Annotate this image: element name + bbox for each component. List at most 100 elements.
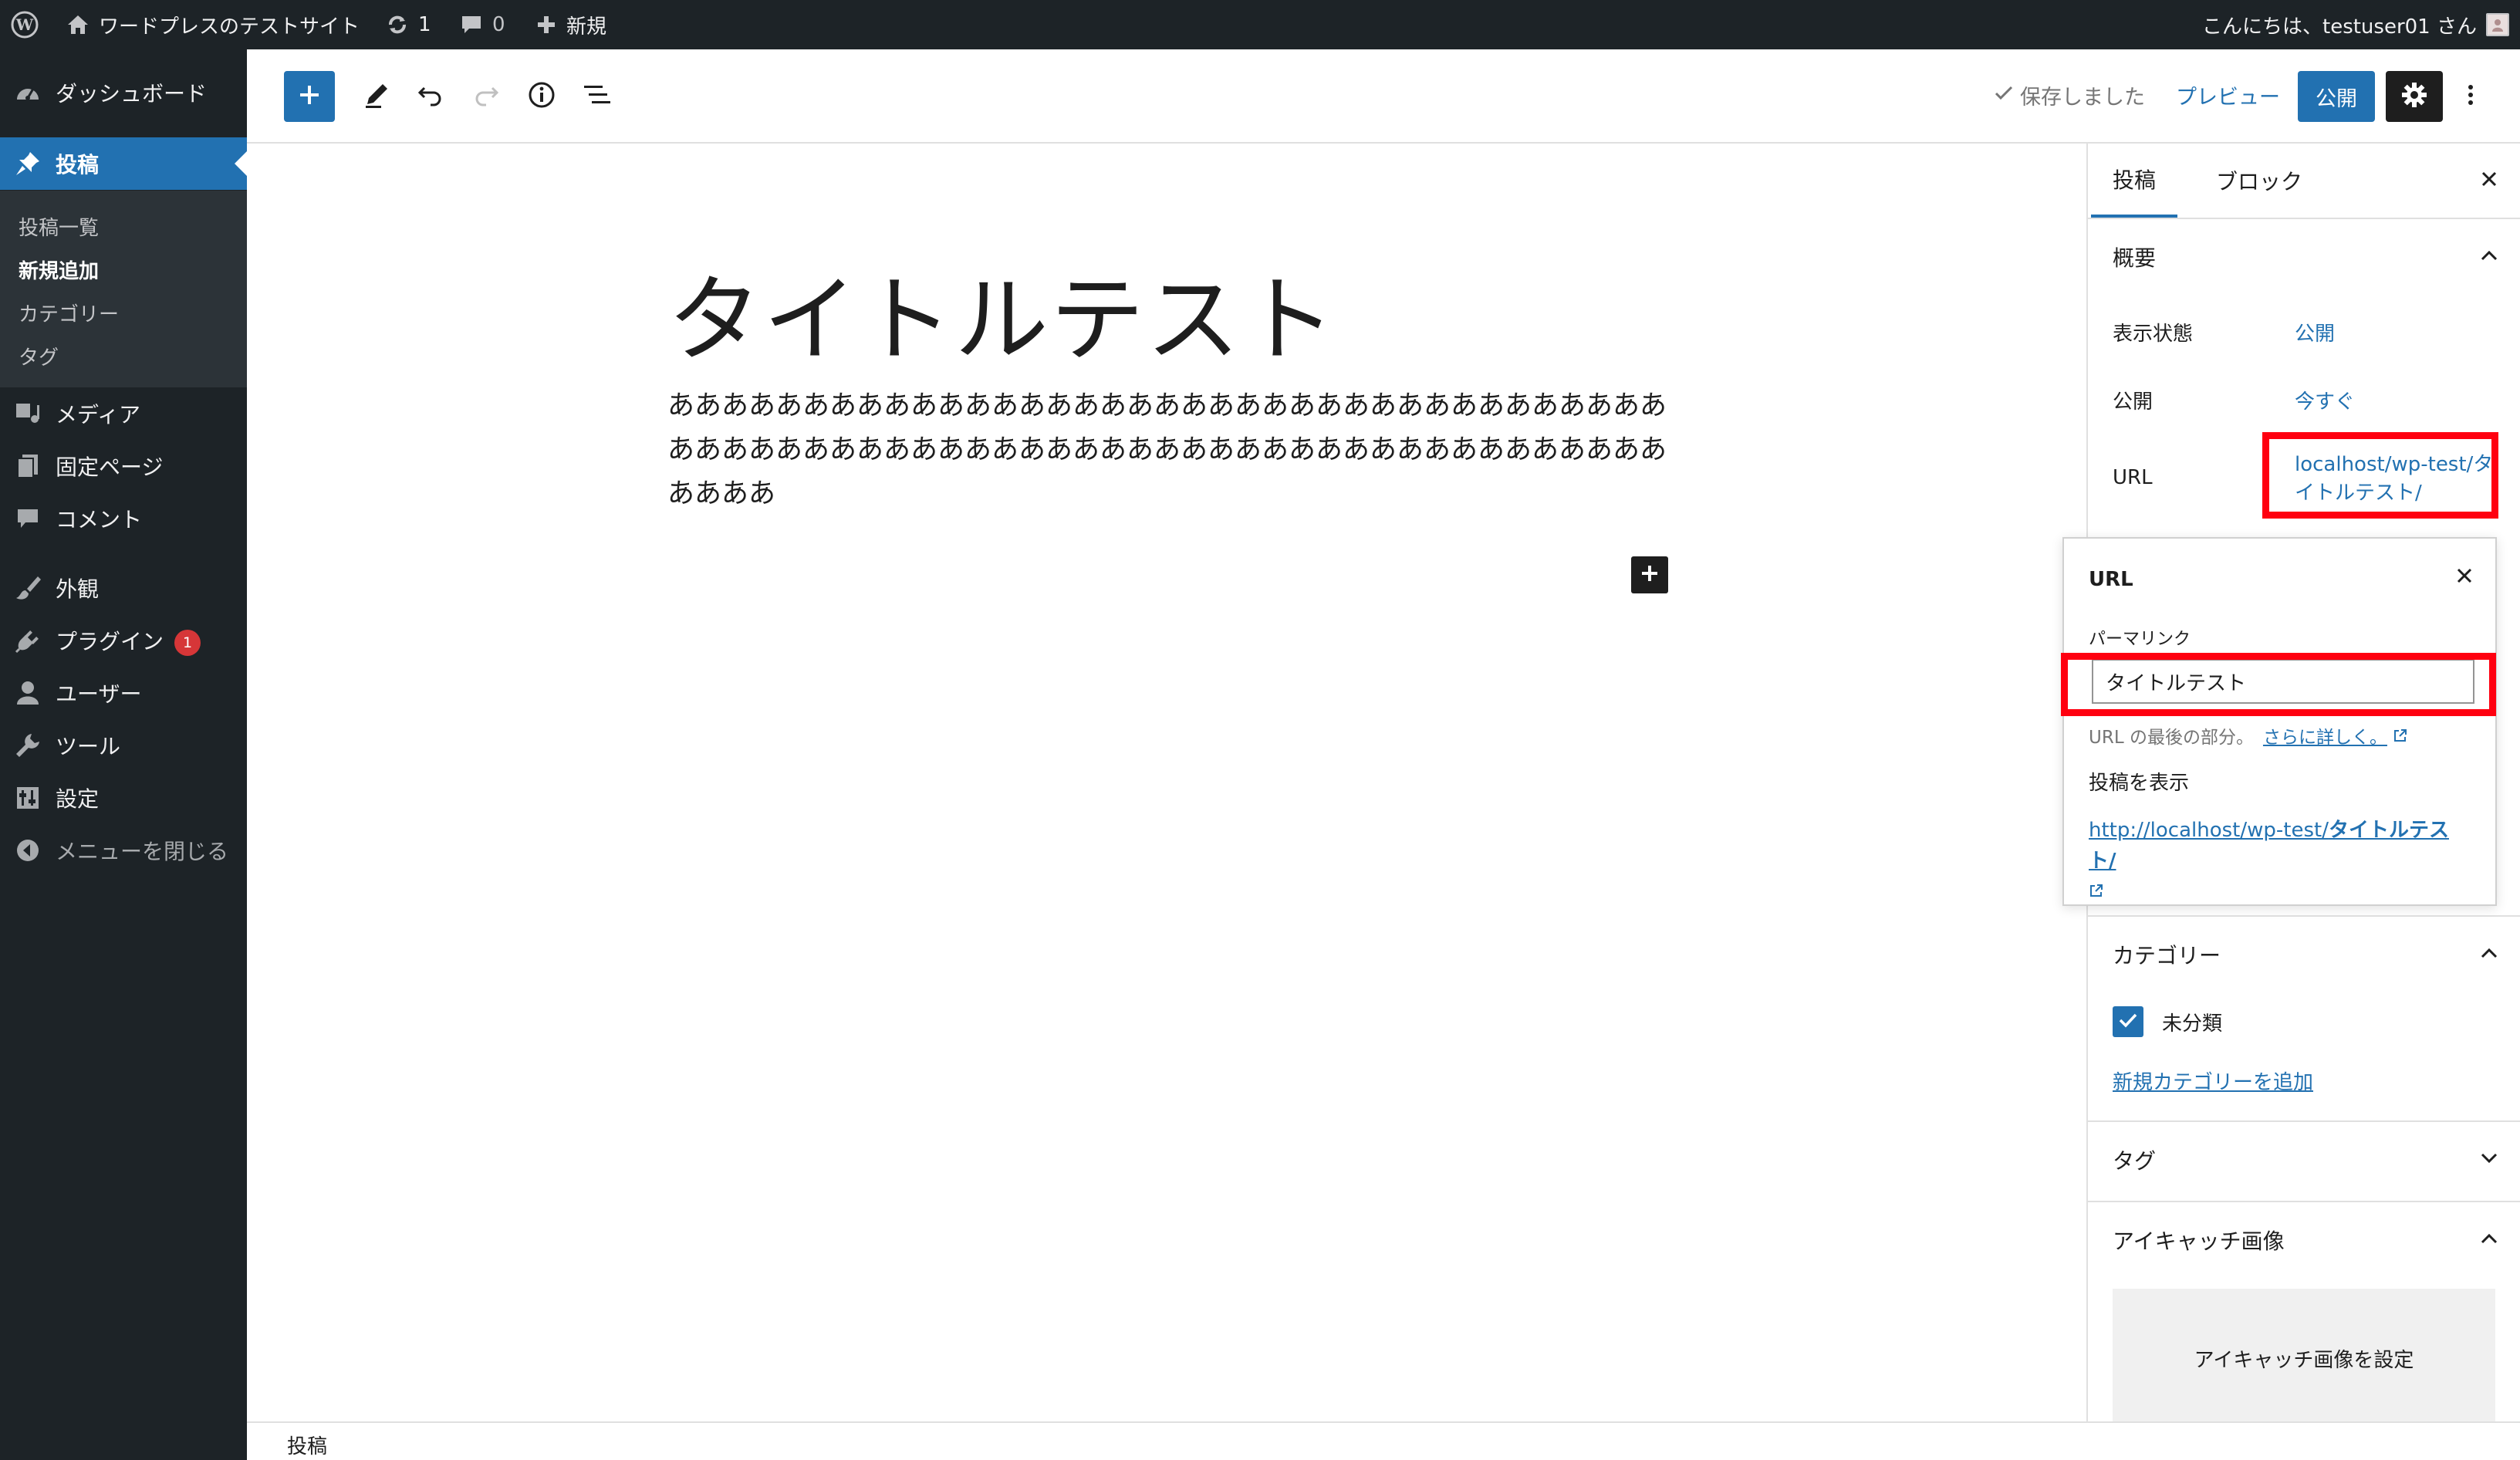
summary-panel-header[interactable]: 概要 <box>2088 218 2520 295</box>
submenu-categories[interactable]: カテゴリー <box>19 299 119 327</box>
chevron-up-icon <box>2480 1232 2498 1248</box>
my-account-link[interactable]: こんにちは、testuser01 さん <box>2202 0 2509 49</box>
updates-count: 1 <box>418 13 431 36</box>
sidebar-item-label: 固定ページ <box>56 455 164 480</box>
view-post-link-prefix: http://localhost/wp-test/ <box>2089 819 2329 842</box>
plugin-update-badge: 1 <box>174 630 201 656</box>
close-popover-button[interactable] <box>2455 566 2474 588</box>
settings-toggle-button[interactable] <box>2386 71 2443 122</box>
undo-button[interactable] <box>407 71 454 122</box>
sidebar-item-label: 設定 <box>56 786 100 812</box>
chevron-up-icon <box>2480 249 2498 265</box>
publish-date-value[interactable]: 今すぐ <box>2295 386 2355 414</box>
sidebar-item-users[interactable]: ユーザー <box>0 667 247 719</box>
tab-post[interactable]: 投稿 <box>2091 144 2178 218</box>
media-icon <box>14 400 42 428</box>
view-post-link[interactable]: http://localhost/wp-test/タイトルテスト/ <box>2089 815 2474 907</box>
check-icon <box>1994 83 2014 107</box>
new-content-link[interactable]: 新規 <box>535 0 606 49</box>
sidebar-item-label: ダッシュボード <box>56 81 208 106</box>
posts-submenu: 投稿一覧 新規追加 カテゴリー タグ <box>0 191 247 387</box>
sidebar-item-label: メディア <box>56 402 141 428</box>
redo-button[interactable] <box>463 71 509 122</box>
close-icon <box>2457 568 2472 583</box>
editor-footer: 投稿 <box>247 1421 2520 1460</box>
brush-icon <box>14 574 42 602</box>
plus-icon <box>1640 563 1660 586</box>
list-view-button[interactable] <box>574 71 620 122</box>
add-category-link[interactable]: 新規カテゴリーを追加 <box>2113 1066 2313 1095</box>
pencil-icon <box>363 81 390 112</box>
chevron-up-icon <box>2480 947 2498 962</box>
sidebar-item-comments[interactable]: コメント <box>0 492 247 545</box>
updates-icon <box>386 13 409 36</box>
site-name-link[interactable]: ワードプレスのテストサイト <box>66 0 360 49</box>
tools-button[interactable] <box>353 71 400 122</box>
comments-link[interactable]: 0 <box>460 0 505 49</box>
collapse-menu-button[interactable]: メニューを閉じる <box>0 824 247 877</box>
url-label: URL <box>2113 466 2153 489</box>
editor-toolbar: 保存しました プレビュー 公開 <box>247 49 2520 144</box>
comment-icon <box>14 505 42 532</box>
external-link-icon <box>2393 728 2408 748</box>
add-block-button[interactable] <box>1631 556 1668 593</box>
tags-heading: タグ <box>2113 1148 2157 1174</box>
preview-button[interactable]: プレビュー <box>2176 80 2280 110</box>
sidebar-item-label: ツール <box>56 734 121 759</box>
list-view-icon <box>583 83 612 110</box>
block-inserter-button[interactable] <box>284 71 335 122</box>
sidebar-item-plugins[interactable]: プラグイン 1 <box>0 614 247 667</box>
featured-image-panel-header[interactable]: アイキャッチ画像 <box>2088 1201 2520 1278</box>
svg-text:W: W <box>15 15 34 34</box>
publish-button[interactable]: 公開 <box>2298 71 2375 122</box>
sidebar-item-label: コメント <box>56 507 143 532</box>
sidebar-item-settings[interactable]: 設定 <box>0 772 247 824</box>
save-status: 保存しました <box>1994 80 2145 110</box>
sidebar-item-dashboard[interactable]: ダッシュボード <box>0 66 247 119</box>
submenu-tags[interactable]: タグ <box>19 342 59 370</box>
sidebar-item-media[interactable]: メディア <box>0 387 247 440</box>
dashboard-icon <box>14 79 42 106</box>
tags-panel-header[interactable]: タグ <box>2088 1120 2520 1198</box>
chevron-down-icon <box>2480 1152 2498 1168</box>
page-icon <box>14 452 42 480</box>
categories-panel-header[interactable]: カテゴリー <box>2088 915 2520 992</box>
sidebar-item-pages[interactable]: 固定ページ <box>0 440 247 492</box>
wordpress-logo-icon[interactable]: W <box>11 0 39 49</box>
permalink-label: パーマリンク <box>2089 630 2191 649</box>
plugin-icon <box>14 627 42 654</box>
info-icon <box>527 80 556 113</box>
sidebar-item-label: ユーザー <box>56 681 142 707</box>
breadcrumb[interactable]: 投稿 <box>287 1431 327 1459</box>
plus-icon <box>535 14 557 35</box>
set-featured-image-button[interactable]: アイキャッチ画像を設定 <box>2113 1289 2495 1428</box>
post-title[interactable]: タイトルテスト <box>667 244 1337 380</box>
visibility-value[interactable]: 公開 <box>2295 318 2335 346</box>
undo-icon <box>417 83 444 110</box>
publish-date-label: 公開 <box>2113 390 2153 414</box>
external-link-icon <box>2089 880 2104 904</box>
updates-link[interactable]: 1 <box>386 0 431 49</box>
submenu-add-new[interactable]: 新規追加 <box>19 255 99 284</box>
details-button[interactable] <box>519 71 565 122</box>
close-icon <box>2480 168 2498 194</box>
permalink-help-text: URL の最後の部分。 <box>2089 728 2254 748</box>
sidebar-item-posts[interactable]: 投稿 <box>0 137 247 190</box>
settings-sliders-icon <box>14 784 42 812</box>
gear-icon <box>2400 81 2428 112</box>
options-menu-button[interactable] <box>2455 71 2486 122</box>
learn-more-link[interactable]: さらに詳しく。 <box>2263 728 2387 748</box>
paragraph-block[interactable]: ああああああああああああああああああああああああああああああああああああああああ… <box>667 384 1678 516</box>
pushpin-icon <box>14 150 42 177</box>
tab-block[interactable]: ブロック <box>2199 144 2319 218</box>
sidebar-item-label: 外観 <box>56 576 100 602</box>
close-settings-button[interactable] <box>2466 144 2512 218</box>
categories-heading: カテゴリー <box>2113 943 2221 968</box>
featured-image-heading: アイキャッチ画像 <box>2113 1228 2285 1254</box>
sidebar-item-tools[interactable]: ツール <box>0 719 247 772</box>
wrench-icon <box>14 732 42 759</box>
sidebar-item-appearance[interactable]: 外観 <box>0 562 247 614</box>
save-status-label: 保存しました <box>2020 86 2145 110</box>
category-checkbox[interactable] <box>2113 1006 2143 1037</box>
submenu-all-posts[interactable]: 投稿一覧 <box>19 212 99 241</box>
